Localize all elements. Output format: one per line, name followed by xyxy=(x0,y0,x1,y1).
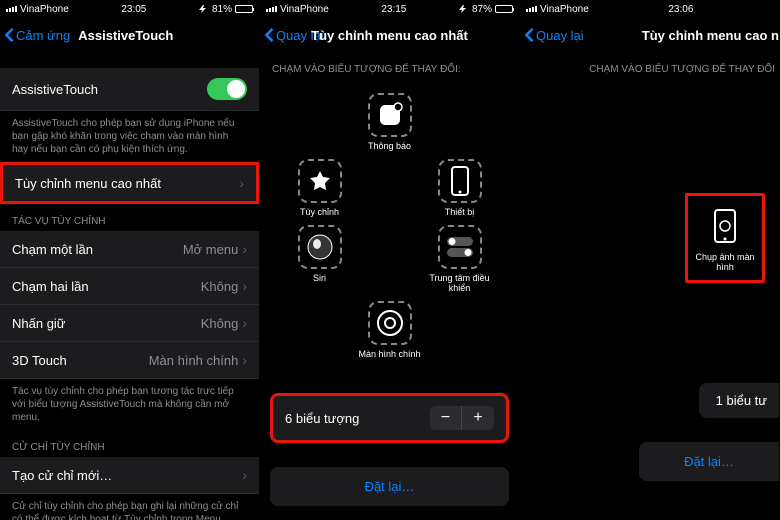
icon-label: Trung tâm điều khiển xyxy=(420,273,500,293)
action-label: Chạm hai lần xyxy=(12,279,89,294)
back-button[interactable]: Quay lại xyxy=(524,28,584,43)
action-row-single-tap[interactable]: Chạm một lần Mở menu› xyxy=(0,231,259,268)
status-bar: VinaPhone 23:05 81% xyxy=(0,0,259,18)
action-label: 3D Touch xyxy=(12,353,67,368)
bolt-icon xyxy=(459,5,469,13)
reset-button[interactable]: Đặt lại… xyxy=(270,467,509,506)
battery-icon xyxy=(235,5,253,13)
status-time: 23:05 xyxy=(121,4,146,15)
gesture-label: Tạo cử chỉ mới… xyxy=(12,468,112,483)
icon-label: Chụp ảnh màn hình xyxy=(692,252,758,272)
tap-to-change-header: CHẠM VÀO BIỂU TƯỢNG ĐỂ THAY ĐỔI xyxy=(520,52,779,79)
status-bar: VinaPhone 23:15 87% xyxy=(260,0,519,18)
toggle-switch[interactable] xyxy=(207,78,247,100)
status-bar: VinaPhone 23:06 xyxy=(520,0,779,18)
chevron-right-icon: › xyxy=(242,241,247,257)
carrier: VinaPhone xyxy=(540,4,589,15)
icon-label: Tùy chỉnh xyxy=(300,207,339,217)
nav-bar: Quay lại Tùy chỉnh menu cao n xyxy=(520,18,779,52)
status-time: 23:15 xyxy=(381,4,406,15)
icon-screenshot[interactable]: Chụp ảnh màn hình xyxy=(685,193,765,283)
battery-icon xyxy=(495,5,513,13)
icon-stepper: − + xyxy=(430,406,494,430)
icon-home[interactable]: Màn hình chính xyxy=(350,301,430,359)
icon-counter-row: 6 biểu tượng − + xyxy=(270,393,509,443)
bolt-icon xyxy=(199,5,209,13)
battery-pct: 81% xyxy=(212,4,232,15)
create-gesture-row[interactable]: Tạo cử chỉ mới… › xyxy=(0,457,259,494)
icon-counter-row: 1 biểu tư xyxy=(699,383,779,418)
battery-pct: 87% xyxy=(472,4,492,15)
signal-icon xyxy=(6,6,17,12)
page-title: Tùy chỉnh menu cao n xyxy=(642,28,779,43)
action-value: Màn hình chính xyxy=(149,353,239,368)
icon-control-center[interactable]: Trung tâm điều khiển xyxy=(420,225,500,293)
counter-label: 1 biểu tư xyxy=(716,393,767,408)
chevron-right-icon: › xyxy=(239,175,244,191)
screen-customize-menu-single: VinaPhone 23:06 Quay lại Tùy chỉnh menu … xyxy=(520,0,780,520)
action-label: Nhấn giữ xyxy=(12,316,66,331)
screen-assistivetouch: VinaPhone 23:05 81% Cảm ứng AssistiveTou… xyxy=(0,0,260,520)
action-value: Mở menu xyxy=(183,242,239,257)
description-text: AssistiveTouch cho phép bạn sử dụng iPho… xyxy=(0,111,259,162)
icon-label: Siri xyxy=(313,273,326,283)
page-title: AssistiveTouch xyxy=(78,28,173,43)
icon-notification[interactable]: Thông báo xyxy=(350,93,430,151)
section-header-gestures: CỬ CHỈ TÙY CHỈNH xyxy=(0,430,259,457)
toggle-label: AssistiveTouch xyxy=(12,82,98,97)
increment-button[interactable]: + xyxy=(462,406,494,430)
icon-custom[interactable]: Tùy chỉnh xyxy=(280,159,360,217)
icon-grid: Thông báo Tùy chỉnh Thiết bị Siri Trung … xyxy=(260,79,519,373)
description-text: Cử chỉ tùy chỉnh cho phép bạn ghi lại nh… xyxy=(0,494,259,520)
icon-device[interactable]: Thiết bị xyxy=(420,159,500,217)
chevron-right-icon: › xyxy=(242,352,247,368)
section-header-actions: TÁC VỤ TÙY CHỈNH xyxy=(0,204,259,231)
counter-label: 6 biểu tượng xyxy=(285,411,359,426)
page-title: Tùy chỉnh menu cao nhất xyxy=(311,28,468,43)
back-button[interactable]: Cảm ứng xyxy=(4,28,70,43)
icon-label: Thông báo xyxy=(368,141,411,151)
screen-customize-menu: VinaPhone 23:15 87% Quay lại Tùy chỉnh m… xyxy=(260,0,520,520)
nav-bar: Cảm ứng AssistiveTouch xyxy=(0,18,259,52)
signal-icon xyxy=(526,6,537,12)
action-value: Không xyxy=(201,279,239,294)
description-text: Tác vụ tùy chỉnh cho phép bạn tương tác … xyxy=(0,379,259,430)
icon-spacer xyxy=(360,159,420,217)
customize-label: Tùy chỉnh menu cao nhất xyxy=(15,176,161,191)
action-row-double-tap[interactable]: Chạm hai lần Không› xyxy=(0,268,259,305)
back-label: Cảm ứng xyxy=(16,28,70,43)
assistivetouch-toggle-row[interactable]: AssistiveTouch xyxy=(0,68,259,111)
signal-icon xyxy=(266,6,277,12)
status-time: 23:06 xyxy=(668,4,693,15)
icon-label: Thiết bị xyxy=(445,207,475,217)
carrier: VinaPhone xyxy=(20,4,69,15)
chevron-right-icon: › xyxy=(242,315,247,331)
chevron-right-icon: › xyxy=(242,467,247,483)
icon-label: Màn hình chính xyxy=(358,349,420,359)
decrement-button[interactable]: − xyxy=(430,406,462,430)
action-value: Không xyxy=(201,316,239,331)
action-row-long-press[interactable]: Nhấn giữ Không› xyxy=(0,305,259,342)
icon-siri[interactable]: Siri xyxy=(280,225,360,293)
nav-bar: Quay lại Tùy chỉnh menu cao nhất xyxy=(260,18,519,52)
back-label: Quay lại xyxy=(536,28,584,43)
reset-button[interactable]: Đặt lại… xyxy=(639,442,779,481)
chevron-right-icon: › xyxy=(242,278,247,294)
action-label: Chạm một lần xyxy=(12,242,93,257)
icon-spacer xyxy=(360,225,420,293)
tap-to-change-header: CHẠM VÀO BIỂU TƯỢNG ĐỂ THAY ĐỔI: xyxy=(260,52,519,79)
action-row-3d-touch[interactable]: 3D Touch Màn hình chính› xyxy=(0,342,259,379)
carrier: VinaPhone xyxy=(280,4,329,15)
customize-menu-row[interactable]: Tùy chỉnh menu cao nhất › xyxy=(0,162,259,204)
